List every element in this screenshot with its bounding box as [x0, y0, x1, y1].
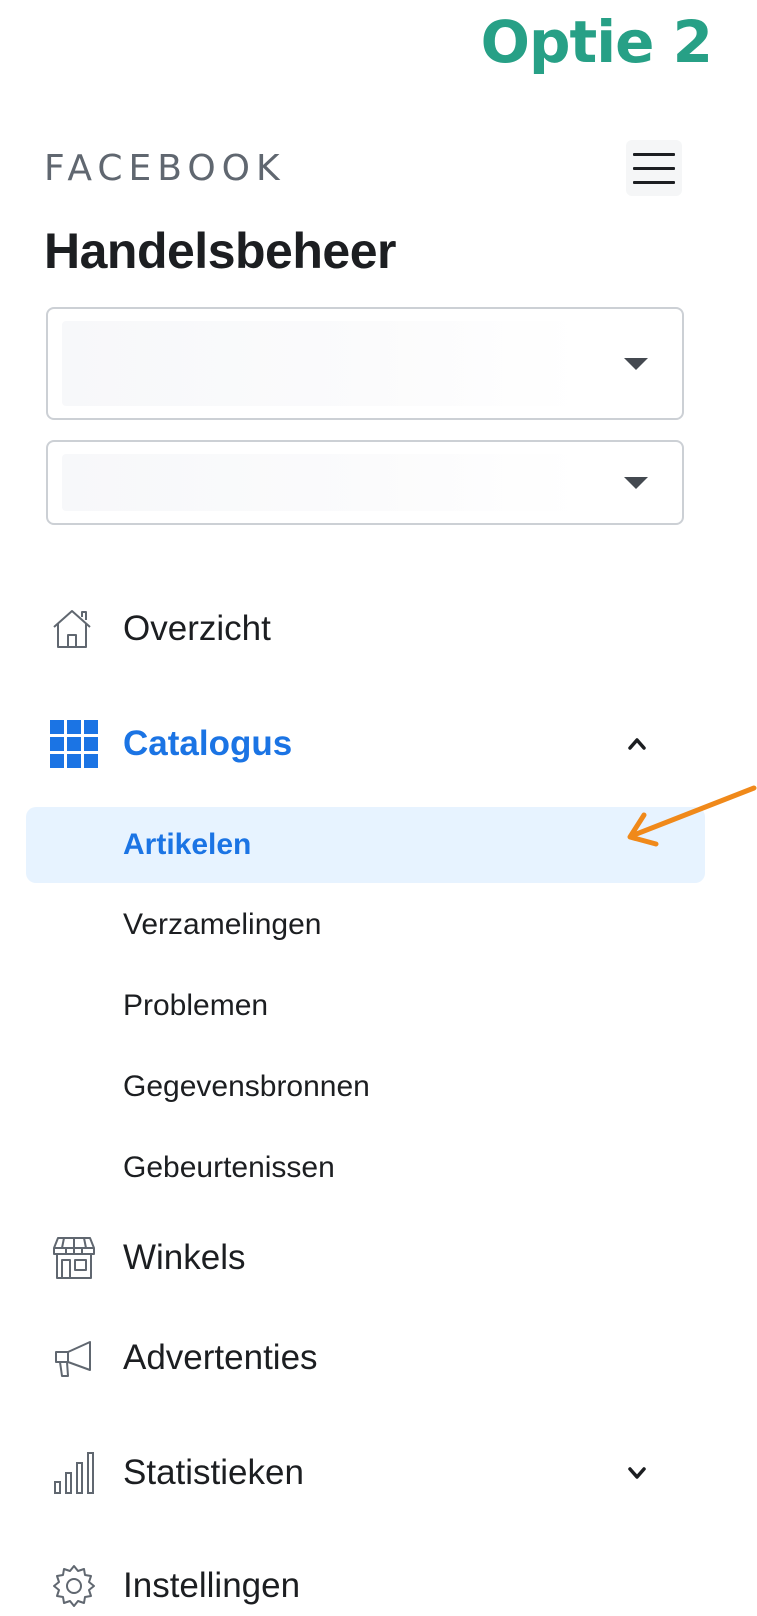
sub-item-articles[interactable]: Artikelen	[26, 807, 705, 883]
sub-item-data-sources[interactable]: Gegevensbronnen	[0, 1059, 757, 1115]
nav-label: Overzicht	[123, 609, 271, 648]
facebook-wordmark: FACEBOOK	[44, 148, 286, 189]
hamburger-line	[633, 180, 675, 184]
nav-item-insights[interactable]: Statistieken	[0, 1443, 757, 1503]
select-value	[62, 454, 582, 511]
nav-label: Instellingen	[123, 1566, 301, 1605]
sub-item-label: Problemen	[123, 989, 269, 1022]
nav-label: Catalogus	[123, 724, 293, 763]
chevron-up-icon[interactable]	[622, 729, 652, 759]
annotation-arrow-icon	[627, 785, 757, 847]
sub-item-label: Artikelen	[123, 828, 252, 861]
sub-item-label: Gegevensbronnen	[123, 1070, 370, 1103]
nav-label: Advertenties	[123, 1338, 318, 1377]
page-title: Handelsbeheer	[44, 223, 396, 279]
shop-icon	[48, 1232, 100, 1284]
nav-label: Winkels	[123, 1238, 246, 1277]
sub-item-collections[interactable]: Verzamelingen	[0, 897, 757, 953]
chevron-down-icon[interactable]	[622, 1458, 652, 1488]
sub-item-label: Verzamelingen	[123, 908, 322, 941]
bar-chart-icon	[48, 1447, 100, 1499]
sub-item-problems[interactable]: Problemen	[0, 978, 757, 1034]
business-account-select[interactable]	[46, 307, 684, 420]
sub-item-events[interactable]: Gebeurtenissen	[0, 1140, 757, 1196]
megaphone-icon	[48, 1332, 100, 1384]
hamburger-line	[633, 152, 675, 156]
nav-item-settings[interactable]: Instellingen	[0, 1556, 757, 1616]
sub-item-label: Gebeurtenissen	[123, 1151, 335, 1184]
hamburger-line	[633, 166, 675, 170]
caret-down-icon	[624, 476, 648, 489]
gear-icon	[48, 1560, 100, 1612]
home-icon	[48, 603, 100, 655]
caret-down-icon	[624, 357, 648, 370]
nav-item-ads[interactable]: Advertenties	[0, 1328, 757, 1388]
nav-item-shops[interactable]: Winkels	[0, 1228, 757, 1288]
catalog-select[interactable]	[46, 440, 684, 525]
select-value	[62, 321, 582, 406]
option-title: Optie 2	[480, 8, 713, 76]
hamburger-menu-button[interactable]	[626, 140, 682, 196]
nav-item-overview[interactable]: Overzicht	[0, 599, 757, 659]
nav-label: Statistieken	[123, 1453, 304, 1492]
nav-item-catalog[interactable]: Catalogus	[0, 714, 757, 774]
grid-icon	[48, 718, 100, 770]
